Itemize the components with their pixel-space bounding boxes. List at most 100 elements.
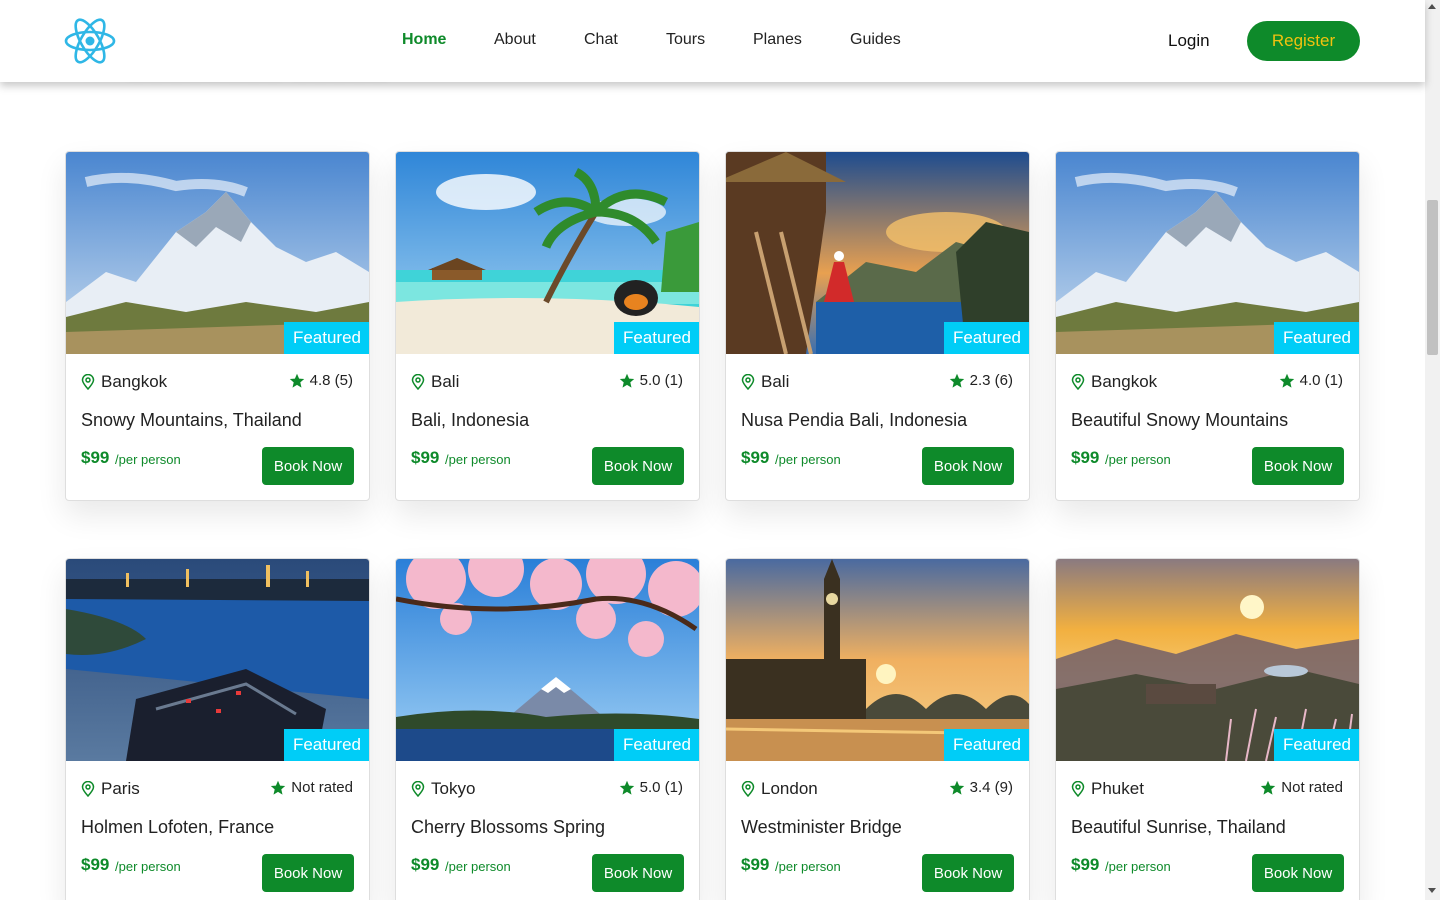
book-now-button[interactable]: Book Now	[592, 854, 684, 892]
location-pin-icon	[1071, 781, 1085, 797]
react-atom-logo[interactable]	[62, 16, 118, 66]
price-unit: /per person	[1105, 859, 1171, 874]
tour-rating: Not rated	[270, 779, 353, 796]
tour-card[interactable]: Featured Bangkok 4.0 (1) Beautiful Snowy…	[1055, 151, 1360, 501]
site-header: Home About Chat Tours Planes Guides Logi…	[0, 0, 1425, 82]
tour-rating: 2.3 (6)	[949, 372, 1013, 389]
rating-value: Not rated	[1281, 779, 1343, 796]
tour-title[interactable]: Nusa Pendia Bali, Indonesia	[741, 410, 967, 431]
tour-title[interactable]: Bali, Indonesia	[411, 410, 529, 431]
featured-badge: Featured	[1273, 729, 1359, 761]
tour-city: Phuket	[1091, 779, 1144, 798]
star-icon	[619, 780, 635, 796]
tour-price: $99	[1071, 855, 1100, 874]
rating-value: 4.0 (1)	[1299, 372, 1343, 389]
featured-badge: Featured	[283, 729, 369, 761]
register-button[interactable]: Register	[1247, 21, 1360, 61]
scroll-down-arrow-icon[interactable]	[1428, 888, 1436, 893]
tour-card[interactable]: Featured Paris Not rated Holmen Lofoten,…	[65, 558, 370, 900]
rating-value: 3.4 (9)	[969, 779, 1013, 796]
star-icon	[270, 780, 286, 796]
scroll-up-arrow-icon[interactable]	[1428, 4, 1436, 9]
tour-price: $99	[81, 855, 110, 874]
featured-badge: Featured	[613, 322, 699, 354]
tour-title[interactable]: Holmen Lofoten, France	[81, 817, 274, 838]
location-pin-icon	[741, 374, 755, 390]
rating-value: 5.0 (1)	[639, 779, 683, 796]
tour-price: $99	[411, 448, 440, 467]
tour-location: Paris	[81, 779, 140, 799]
tour-image-tropical-beach[interactable]: Featured	[396, 152, 699, 354]
nav-about[interactable]: About	[494, 31, 536, 49]
tour-image-big-ben-sunset[interactable]: Featured	[726, 559, 1029, 761]
tour-title[interactable]: Cherry Blossoms Spring	[411, 817, 605, 838]
star-icon	[619, 373, 635, 389]
location-pin-icon	[81, 781, 95, 797]
tour-image-treehouse-sunset[interactable]: Featured	[726, 152, 1029, 354]
star-icon	[1260, 780, 1276, 796]
tour-rating: 4.0 (1)	[1279, 372, 1343, 389]
tour-card[interactable]: Featured London 3.4 (9) Westminister Bri…	[725, 558, 1030, 900]
location-pin-icon	[81, 374, 95, 390]
location-pin-icon	[411, 781, 425, 797]
book-now-button[interactable]: Book Now	[1252, 854, 1344, 892]
login-link[interactable]: Login	[1168, 31, 1210, 51]
tour-card[interactable]: Featured Bali 5.0 (1) Bali, Indonesia $9…	[395, 151, 700, 501]
tour-image-snowy-mountains[interactable]: Featured	[1056, 152, 1359, 354]
featured-badge: Featured	[613, 729, 699, 761]
featured-badge: Featured	[1273, 322, 1359, 354]
price-unit: /per person	[775, 452, 841, 467]
nav-planes[interactable]: Planes	[753, 31, 802, 49]
page-scrollbar[interactable]	[1425, 0, 1440, 900]
scrollbar-thumb[interactable]	[1427, 200, 1438, 355]
tour-location: Bali	[741, 372, 789, 392]
tour-price: $99	[81, 448, 110, 467]
star-icon	[949, 373, 965, 389]
tour-price: $99	[741, 855, 770, 874]
rating-value: Not rated	[291, 779, 353, 796]
tour-city: Bangkok	[1091, 372, 1158, 391]
tour-location: Tokyo	[411, 779, 475, 799]
book-now-button[interactable]: Book Now	[1252, 447, 1344, 485]
tour-image-cherry-blossom-fuji[interactable]: Featured	[396, 559, 699, 761]
tour-city: Bali	[761, 372, 790, 391]
nav-guides[interactable]: Guides	[850, 31, 901, 49]
location-pin-icon	[741, 781, 755, 797]
price-unit: /per person	[1105, 452, 1171, 467]
book-now-button[interactable]: Book Now	[922, 854, 1014, 892]
tour-card[interactable]: Featured Bali 2.3 (6) Nusa Pendia Bali, …	[725, 151, 1030, 501]
tour-image-night-city-lake[interactable]: Featured	[66, 559, 369, 761]
tour-price: $99	[741, 448, 770, 467]
book-now-button[interactable]: Book Now	[262, 447, 354, 485]
location-pin-icon	[411, 374, 425, 390]
tour-image-mountain-sunrise[interactable]: Featured	[1056, 559, 1359, 761]
tour-title[interactable]: Snowy Mountains, Thailand	[81, 410, 302, 431]
tour-card[interactable]: Featured Bangkok 4.8 (5) Snowy Mountains…	[65, 151, 370, 501]
book-now-button[interactable]: Book Now	[592, 447, 684, 485]
tour-image-snowy-mountains[interactable]: Featured	[66, 152, 369, 354]
tour-city: Bali	[431, 372, 460, 391]
tour-card[interactable]: Featured Phuket Not rated Beautiful Sunr…	[1055, 558, 1360, 900]
tour-title[interactable]: Westminister Bridge	[741, 817, 902, 838]
tour-location: Bangkok	[81, 372, 167, 392]
tour-city: Tokyo	[431, 779, 476, 798]
nav-chat[interactable]: Chat	[584, 31, 618, 49]
book-now-button[interactable]: Book Now	[262, 854, 354, 892]
featured-badge: Featured	[283, 322, 369, 354]
tour-location: Bangkok	[1071, 372, 1157, 392]
price-unit: /per person	[115, 452, 181, 467]
star-icon	[1279, 373, 1295, 389]
book-now-button[interactable]: Book Now	[922, 447, 1014, 485]
featured-badge: Featured	[943, 322, 1029, 354]
tour-rating: 4.8 (5)	[289, 372, 353, 389]
tour-price: $99	[1071, 448, 1100, 467]
price-unit: /per person	[445, 859, 511, 874]
featured-badge: Featured	[943, 729, 1029, 761]
tour-title[interactable]: Beautiful Snowy Mountains	[1071, 410, 1288, 431]
tour-city: Paris	[101, 779, 140, 798]
nav-home[interactable]: Home	[402, 31, 446, 49]
nav-tours[interactable]: Tours	[666, 31, 705, 49]
tour-card[interactable]: Featured Tokyo 5.0 (1) Cherry Blossoms S…	[395, 558, 700, 900]
location-pin-icon	[1071, 374, 1085, 390]
tour-title[interactable]: Beautiful Sunrise, Thailand	[1071, 817, 1286, 838]
